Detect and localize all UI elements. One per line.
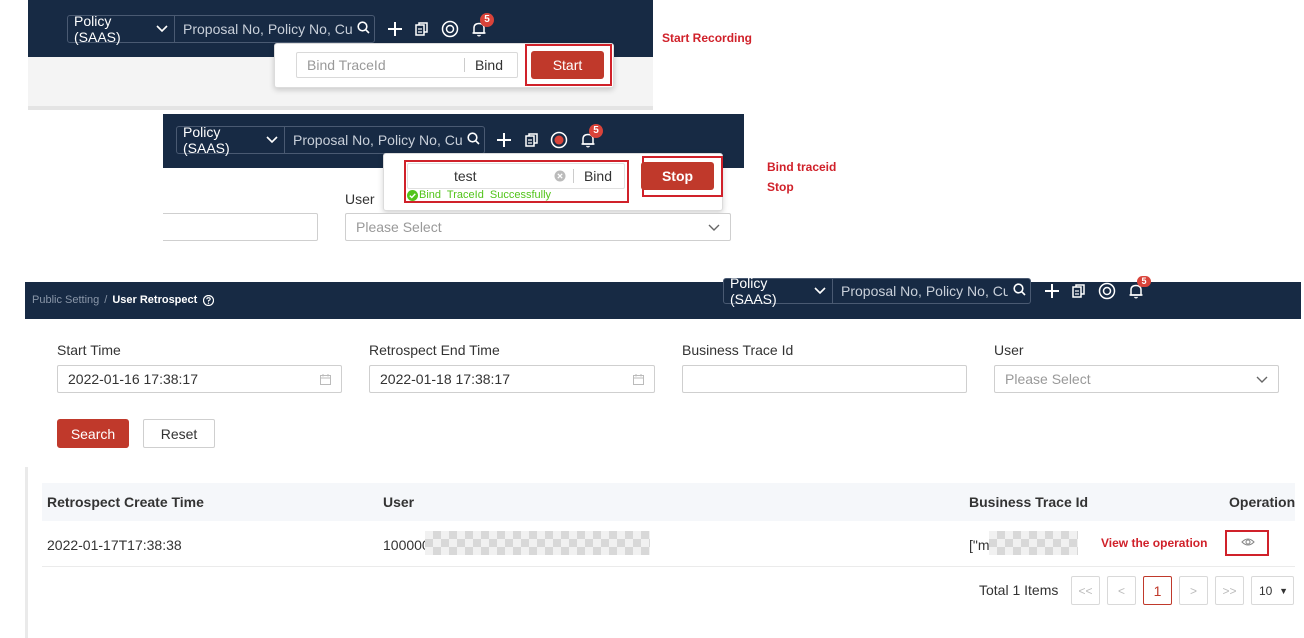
- bind-highlight-frame: [404, 160, 629, 203]
- header-operation: Operation: [1229, 494, 1296, 510]
- caret-down-icon: ▼: [1279, 585, 1288, 596]
- start-recording-button[interactable]: Start: [531, 51, 604, 79]
- policy-selector[interactable]: Policy (SAAS): [67, 13, 175, 45]
- user-label: User: [994, 342, 1024, 358]
- user-select[interactable]: Please Select: [994, 365, 1279, 393]
- breadcrumb: Public Setting / User Retrospect: [32, 294, 215, 306]
- search-icon[interactable]: [1008, 283, 1030, 299]
- panel1-bottom-border: [28, 106, 653, 110]
- policy-selector[interactable]: Policy (SAAS): [176, 124, 285, 156]
- table-left-border: [25, 467, 28, 638]
- notification-badge: 5: [480, 13, 494, 27]
- cell-trace-id: ["m: [969, 537, 990, 553]
- notification-badge: 5: [589, 124, 603, 138]
- breadcrumb-parent[interactable]: Public Setting: [32, 294, 99, 306]
- plus-icon[interactable]: [495, 130, 513, 150]
- end-time-value: 2022-01-18 17:38:17: [380, 371, 510, 387]
- notification-badge: 5: [1137, 276, 1151, 287]
- search-placeholder: Proposal No, Policy No, Cust: [841, 283, 1008, 299]
- chevron-down-icon: [814, 284, 826, 298]
- cell-user: 100000: [383, 537, 430, 553]
- eye-icon[interactable]: [1241, 537, 1255, 547]
- search-icon[interactable]: [462, 132, 484, 148]
- plus-icon[interactable]: [1043, 281, 1061, 301]
- stop-recording-button[interactable]: Stop: [641, 162, 714, 190]
- header-user: User: [383, 494, 415, 510]
- bind-traceid-annotation: Bind traceid: [767, 160, 837, 174]
- start-time-label: Start Time: [57, 342, 121, 358]
- redacted-user-block: [425, 531, 650, 555]
- start-time-picker[interactable]: 2022-01-16 17:38:17: [57, 365, 342, 393]
- reset-button[interactable]: Reset: [143, 419, 215, 448]
- first-page-button[interactable]: <<: [1071, 576, 1100, 605]
- cell-create-time: 2022-01-17T17:38:38: [47, 537, 182, 553]
- start-recording-annotation: Start Recording: [662, 31, 753, 45]
- bind-traceid-input[interactable]: Bind TraceId Bind: [296, 52, 518, 78]
- policy-label: Policy (SAAS): [730, 275, 777, 307]
- chevron-down-icon: [266, 133, 278, 147]
- next-page-button[interactable]: >: [1179, 576, 1208, 605]
- header-trace-id: Business Trace Id: [969, 494, 1089, 510]
- chevron-down-icon: [708, 219, 720, 235]
- bind-traceid-placeholder: Bind TraceId: [307, 57, 386, 73]
- bind-button[interactable]: Bind: [465, 57, 517, 73]
- trace-id-input[interactable]: [682, 365, 967, 393]
- stop-annotation: Stop: [767, 180, 794, 194]
- partial-field[interactable]: [163, 213, 318, 241]
- chevron-down-icon: [1256, 371, 1268, 387]
- prev-page-button[interactable]: <: [1107, 576, 1136, 605]
- redacted-trace-block: [989, 531, 1078, 555]
- policy-label: Policy (SAAS): [74, 13, 121, 45]
- chevron-down-icon: [156, 22, 168, 36]
- trace-id-label: Business Trace Id: [682, 342, 794, 358]
- breadcrumb-current: User Retrospect: [112, 294, 198, 306]
- user-label: User: [345, 191, 375, 207]
- header-create-time: Retrospect Create Time: [47, 494, 204, 510]
- help-icon[interactable]: [203, 294, 215, 306]
- end-time-picker[interactable]: 2022-01-18 17:38:17: [369, 365, 655, 393]
- policy-selector[interactable]: Policy (SAAS): [723, 275, 833, 307]
- global-search-input[interactable]: Proposal No, Policy No, Cust: [175, 15, 375, 43]
- global-search-input[interactable]: Proposal No, Policy No, Cust: [833, 278, 1031, 304]
- policy-label: Policy (SAAS): [183, 124, 230, 156]
- last-page-button[interactable]: >>: [1215, 576, 1244, 605]
- document-icon[interactable]: [1069, 281, 1087, 301]
- user-placeholder: Please Select: [1005, 371, 1091, 387]
- document-icon[interactable]: [412, 19, 430, 39]
- user-select[interactable]: Please Select: [345, 213, 731, 241]
- plus-icon[interactable]: [386, 19, 404, 39]
- record-icon[interactable]: [1097, 280, 1117, 302]
- page-size-select[interactable]: 10 ▼: [1251, 576, 1294, 605]
- search-button[interactable]: Search: [57, 419, 129, 448]
- start-time-value: 2022-01-16 17:38:17: [68, 371, 198, 387]
- global-search-input[interactable]: Proposal No, Policy No, Cust: [285, 126, 485, 154]
- breadcrumb-separator: /: [104, 294, 108, 306]
- search-icon[interactable]: [352, 21, 374, 37]
- page-size-value: 10: [1259, 583, 1273, 598]
- user-placeholder: Please Select: [356, 219, 442, 235]
- calendar-icon: [320, 373, 331, 385]
- calendar-icon: [633, 373, 644, 385]
- end-time-label: Retrospect End Time: [369, 342, 500, 358]
- pagination-total: Total 1 Items: [979, 582, 1059, 598]
- document-icon[interactable]: [522, 130, 540, 150]
- recording-active-icon[interactable]: [549, 129, 569, 151]
- record-icon[interactable]: [440, 18, 460, 40]
- view-operation-annotation: View the operation: [1101, 536, 1208, 550]
- page-1-button[interactable]: 1: [1143, 576, 1172, 605]
- table-header-row: [42, 483, 1295, 521]
- search-placeholder: Proposal No, Policy No, Cust: [293, 132, 462, 148]
- search-placeholder: Proposal No, Policy No, Cust: [183, 21, 352, 37]
